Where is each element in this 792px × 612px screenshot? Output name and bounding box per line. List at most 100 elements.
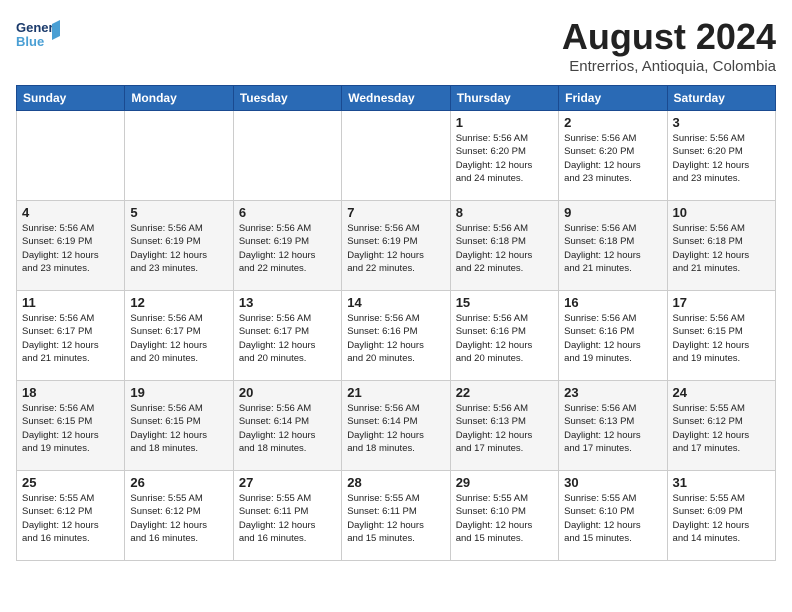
day-info: Sunrise: 5:56 AM Sunset: 6:17 PM Dayligh… bbox=[22, 312, 119, 365]
day-info: Sunrise: 5:55 AM Sunset: 6:11 PM Dayligh… bbox=[347, 492, 444, 545]
day-info: Sunrise: 5:56 AM Sunset: 6:16 PM Dayligh… bbox=[347, 312, 444, 365]
day-cell: 5Sunrise: 5:56 AM Sunset: 6:19 PM Daylig… bbox=[125, 201, 233, 291]
week-row-1: 1Sunrise: 5:56 AM Sunset: 6:20 PM Daylig… bbox=[17, 111, 776, 201]
day-number: 14 bbox=[347, 295, 444, 310]
day-info: Sunrise: 5:56 AM Sunset: 6:18 PM Dayligh… bbox=[673, 222, 770, 275]
day-header-wednesday: Wednesday bbox=[342, 86, 450, 111]
day-cell: 30Sunrise: 5:55 AM Sunset: 6:10 PM Dayli… bbox=[559, 471, 667, 561]
day-number: 23 bbox=[564, 385, 661, 400]
day-cell: 7 Sunrise: 5:56 AM Sunset: 6:19 PM Daylig… bbox=[342, 201, 450, 291]
day-header-tuesday: Tuesday bbox=[233, 86, 341, 111]
day-header-thursday: Thursday bbox=[450, 86, 558, 111]
day-cell: 4 Sunrise: 5:56 AM Sunset: 6:19 PM Daylig… bbox=[17, 201, 125, 291]
day-info: Sunrise: 5:56 AM Sunset: 6:20 PM Dayligh… bbox=[456, 132, 553, 185]
day-info: Sunrise: 5:56 AM Sunset: 6:19 PM Dayligh… bbox=[22, 222, 119, 275]
day-info: Sunrise: 5:56 AM Sunset: 6:20 PM Dayligh… bbox=[564, 132, 661, 185]
logo-icon: General Blue bbox=[16, 16, 60, 52]
day-cell: 8 Sunrise: 5:56 AM Sunset: 6:18 PM Daylig… bbox=[450, 201, 558, 291]
day-cell bbox=[17, 111, 125, 201]
month-year: August 2024 bbox=[562, 16, 776, 58]
day-cell: 17 Sunrise: 5:56 AM Sunset: 6:15 PM Dayli… bbox=[667, 291, 775, 381]
day-cell: 11 Sunrise: 5:56 AM Sunset: 6:17 PM Dayli… bbox=[17, 291, 125, 381]
day-cell: 3 Sunrise: 5:56 AM Sunset: 6:20 PM Daylig… bbox=[667, 111, 775, 201]
week-row-3: 11 Sunrise: 5:56 AM Sunset: 6:17 PM Dayli… bbox=[17, 291, 776, 381]
day-number: 21 bbox=[347, 385, 444, 400]
day-header-sunday: Sunday bbox=[17, 86, 125, 111]
week-row-5: 25Sunrise: 5:55 AM Sunset: 6:12 PM Dayli… bbox=[17, 471, 776, 561]
day-number: 13 bbox=[239, 295, 336, 310]
day-info: Sunrise: 5:55 AM Sunset: 6:09 PM Dayligh… bbox=[673, 492, 770, 545]
day-info: Sunrise: 5:56 AM Sunset: 6:18 PM Dayligh… bbox=[456, 222, 553, 275]
day-cell bbox=[342, 111, 450, 201]
title-area: August 2024 Entrerrios, Antioquia, Colom… bbox=[562, 16, 776, 75]
day-number: 18 bbox=[22, 385, 119, 400]
day-number: 12 bbox=[130, 295, 227, 310]
day-cell: 16Sunrise: 5:56 AM Sunset: 6:16 PM Dayli… bbox=[559, 291, 667, 381]
day-cell bbox=[233, 111, 341, 201]
day-cell: 10 Sunrise: 5:56 AM Sunset: 6:18 PM Dayli… bbox=[667, 201, 775, 291]
day-number: 4 bbox=[22, 205, 119, 220]
day-info: Sunrise: 5:56 AM Sunset: 6:17 PM Dayligh… bbox=[239, 312, 336, 365]
day-info: Sunrise: 5:56 AM Sunset: 6:13 PM Dayligh… bbox=[456, 402, 553, 455]
day-number: 24 bbox=[673, 385, 770, 400]
day-cell: 27 Sunrise: 5:55 AM Sunset: 6:11 PM Dayli… bbox=[233, 471, 341, 561]
day-info: Sunrise: 5:56 AM Sunset: 6:13 PM Dayligh… bbox=[564, 402, 661, 455]
day-number: 29 bbox=[456, 475, 553, 490]
day-number: 25 bbox=[22, 475, 119, 490]
day-number: 6 bbox=[239, 205, 336, 220]
day-number: 9 bbox=[564, 205, 661, 220]
day-cell: 21 Sunrise: 5:56 AM Sunset: 6:14 PM Dayli… bbox=[342, 381, 450, 471]
header: General Blue August 2024 Entrerrios, Ant… bbox=[16, 16, 776, 75]
day-cell: 26Sunrise: 5:55 AM Sunset: 6:12 PM Dayli… bbox=[125, 471, 233, 561]
week-row-4: 18 Sunrise: 5:56 AM Sunset: 6:15 PM Dayli… bbox=[17, 381, 776, 471]
day-cell: 12Sunrise: 5:56 AM Sunset: 6:17 PM Dayli… bbox=[125, 291, 233, 381]
day-info: Sunrise: 5:55 AM Sunset: 6:11 PM Dayligh… bbox=[239, 492, 336, 545]
day-number: 19 bbox=[130, 385, 227, 400]
day-cell: 20 Sunrise: 5:56 AM Sunset: 6:14 PM Dayli… bbox=[233, 381, 341, 471]
day-info: Sunrise: 5:56 AM Sunset: 6:14 PM Dayligh… bbox=[347, 402, 444, 455]
day-cell: 2 Sunrise: 5:56 AM Sunset: 6:20 PM Daylig… bbox=[559, 111, 667, 201]
day-number: 11 bbox=[22, 295, 119, 310]
header-row: SundayMondayTuesdayWednesdayThursdayFrid… bbox=[17, 86, 776, 111]
day-cell bbox=[125, 111, 233, 201]
day-cell: 1Sunrise: 5:56 AM Sunset: 6:20 PM Daylig… bbox=[450, 111, 558, 201]
day-info: Sunrise: 5:55 AM Sunset: 6:12 PM Dayligh… bbox=[673, 402, 770, 455]
day-info: Sunrise: 5:55 AM Sunset: 6:10 PM Dayligh… bbox=[456, 492, 553, 545]
day-cell: 9 Sunrise: 5:56 AM Sunset: 6:18 PM Daylig… bbox=[559, 201, 667, 291]
day-number: 20 bbox=[239, 385, 336, 400]
day-number: 5 bbox=[130, 205, 227, 220]
day-number: 28 bbox=[347, 475, 444, 490]
day-cell: 19 Sunrise: 5:56 AM Sunset: 6:15 PM Dayli… bbox=[125, 381, 233, 471]
day-cell: 25Sunrise: 5:55 AM Sunset: 6:12 PM Dayli… bbox=[17, 471, 125, 561]
day-info: Sunrise: 5:55 AM Sunset: 6:10 PM Dayligh… bbox=[564, 492, 661, 545]
svg-text:Blue: Blue bbox=[16, 34, 44, 49]
day-number: 22 bbox=[456, 385, 553, 400]
day-number: 3 bbox=[673, 115, 770, 130]
day-info: Sunrise: 5:56 AM Sunset: 6:20 PM Dayligh… bbox=[673, 132, 770, 185]
day-number: 10 bbox=[673, 205, 770, 220]
day-number: 15 bbox=[456, 295, 553, 310]
day-number: 7 bbox=[347, 205, 444, 220]
day-header-monday: Monday bbox=[125, 86, 233, 111]
day-cell: 14 Sunrise: 5:56 AM Sunset: 6:16 PM Dayli… bbox=[342, 291, 450, 381]
day-cell: 31Sunrise: 5:55 AM Sunset: 6:09 PM Dayli… bbox=[667, 471, 775, 561]
day-cell: 28 Sunrise: 5:55 AM Sunset: 6:11 PM Dayli… bbox=[342, 471, 450, 561]
day-cell: 15Sunrise: 5:56 AM Sunset: 6:16 PM Dayli… bbox=[450, 291, 558, 381]
day-number: 16 bbox=[564, 295, 661, 310]
day-info: Sunrise: 5:56 AM Sunset: 6:14 PM Dayligh… bbox=[239, 402, 336, 455]
day-info: Sunrise: 5:56 AM Sunset: 6:15 PM Dayligh… bbox=[130, 402, 227, 455]
day-cell: 24 Sunrise: 5:55 AM Sunset: 6:12 PM Dayli… bbox=[667, 381, 775, 471]
day-info: Sunrise: 5:56 AM Sunset: 6:18 PM Dayligh… bbox=[564, 222, 661, 275]
day-info: Sunrise: 5:56 AM Sunset: 6:15 PM Dayligh… bbox=[22, 402, 119, 455]
day-number: 2 bbox=[564, 115, 661, 130]
day-info: Sunrise: 5:56 AM Sunset: 6:19 PM Dayligh… bbox=[239, 222, 336, 275]
calendar-table: SundayMondayTuesdayWednesdayThursdayFrid… bbox=[16, 85, 776, 561]
day-header-saturday: Saturday bbox=[667, 86, 775, 111]
day-number: 8 bbox=[456, 205, 553, 220]
day-info: Sunrise: 5:56 AM Sunset: 6:19 PM Dayligh… bbox=[347, 222, 444, 275]
day-number: 27 bbox=[239, 475, 336, 490]
day-cell: 6 Sunrise: 5:56 AM Sunset: 6:19 PM Daylig… bbox=[233, 201, 341, 291]
day-info: Sunrise: 5:56 AM Sunset: 6:15 PM Dayligh… bbox=[673, 312, 770, 365]
day-number: 17 bbox=[673, 295, 770, 310]
day-cell: 13 Sunrise: 5:56 AM Sunset: 6:17 PM Dayli… bbox=[233, 291, 341, 381]
